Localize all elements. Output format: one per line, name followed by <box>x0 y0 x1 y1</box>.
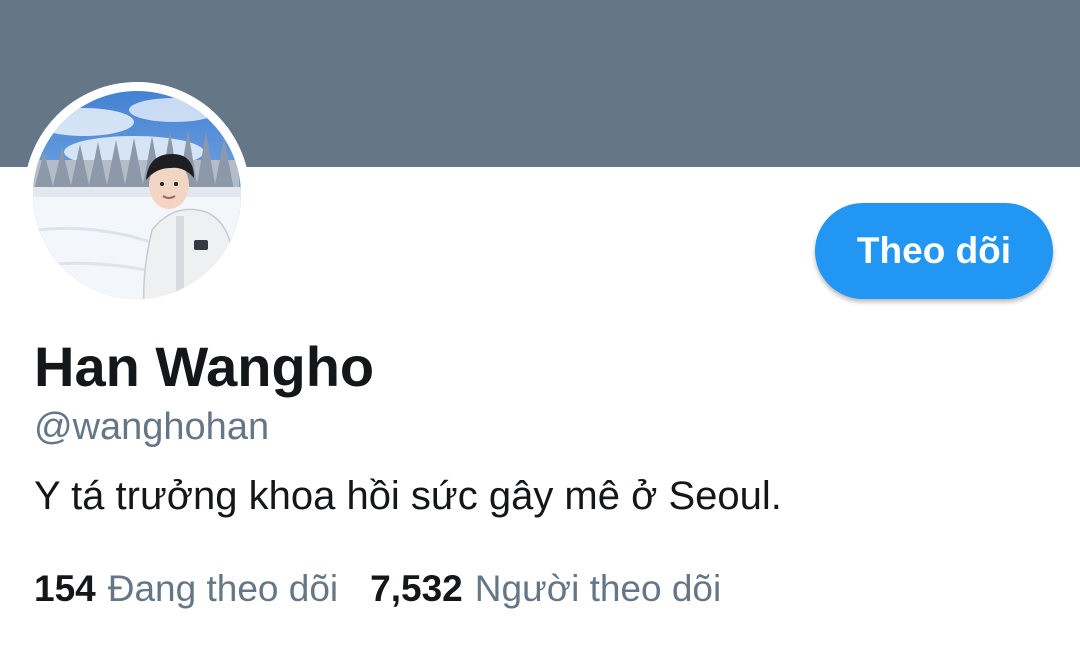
profile-header: Theo dõi Han Wangho @wanghohan Y tá trưở… <box>0 0 1080 660</box>
profile-stats: 154 Đang theo dõi 7,532 Người theo dõi <box>34 566 721 612</box>
follow-button[interactable]: Theo dõi <box>815 203 1053 299</box>
followers-stat[interactable]: 7,532 Người theo dõi <box>370 566 721 612</box>
profile-bio: Y tá trưởng khoa hồi sức gây mê ở Seoul. <box>34 474 782 518</box>
following-count: 154 <box>34 568 96 609</box>
followers-label: Người theo dõi <box>474 568 722 609</box>
avatar[interactable] <box>24 82 250 308</box>
following-label: Đang theo dõi <box>107 568 339 609</box>
avatar-photo <box>24 82 250 308</box>
followers-count: 7,532 <box>370 568 463 609</box>
following-stat[interactable]: 154 Đang theo dõi <box>34 566 338 612</box>
user-handle: @wanghohan <box>34 406 270 448</box>
display-name: Han Wangho <box>34 335 375 398</box>
